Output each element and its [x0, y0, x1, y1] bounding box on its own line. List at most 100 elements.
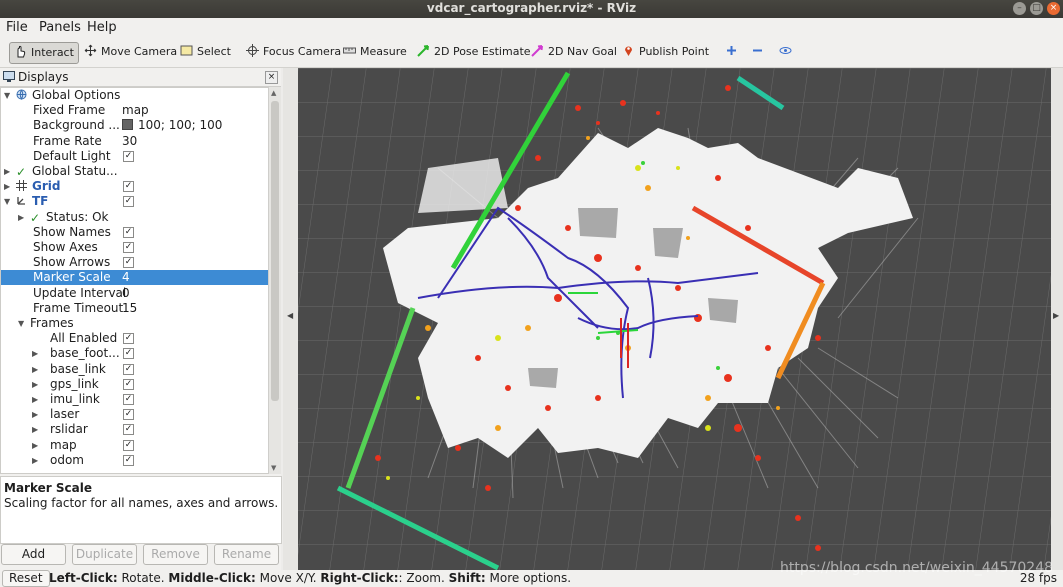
expand-arrow-icon[interactable]: ▶ [4, 179, 10, 194]
checkbox[interactable]: ✓ [123, 439, 134, 451]
display-row-marker-scale[interactable]: Marker Scale 4 [1, 270, 269, 286]
row-value[interactable]: map [122, 103, 149, 117]
close-icon[interactable]: × [1047, 2, 1060, 15]
checkbox[interactable]: ✓ [123, 150, 134, 162]
display-row-global-options[interactable]: ▼ Global Options [1, 88, 269, 103]
display-row-grid[interactable]: ▶ Grid ✓ [1, 179, 269, 194]
checkbox[interactable]: ✓ [123, 424, 134, 436]
display-row-gps-link[interactable]: ▶ gps_link ✓ [1, 377, 269, 392]
display-row-update-interval[interactable]: Update Interval 0 [1, 286, 269, 301]
expand-arrow-icon[interactable]: ▶ [32, 422, 38, 437]
add-tool-button[interactable] [721, 42, 746, 62]
displays-tree[interactable]: ▼ Global Options Fixed Frame map Background … [0, 87, 270, 474]
collapse-arrow-icon[interactable]: ▼ [18, 316, 24, 331]
display-row-default-light[interactable]: Default Light ✓ [1, 149, 269, 164]
hint-right-action: : Zoom. [398, 571, 449, 585]
remove-tool-button[interactable] [747, 42, 772, 62]
collapse-left-icon[interactable]: ◀ [287, 311, 293, 320]
display-row-base-foot[interactable]: ▶ base_foot... ✓ [1, 346, 269, 361]
row-value[interactable]: 100; 100; 100 [138, 118, 222, 132]
expand-arrow-icon[interactable]: ▶ [32, 377, 38, 392]
hint-shift: Shift: [448, 571, 486, 585]
color-swatch[interactable] [122, 119, 133, 131]
status-ok-icon: ✓ [30, 210, 41, 225]
display-row-status-ok[interactable]: ▶ ✓ Status: Ok [1, 210, 269, 225]
display-row-base-link[interactable]: ▶ base_link ✓ [1, 362, 269, 377]
checkbox[interactable]: ✓ [123, 242, 134, 253]
expand-arrow-icon[interactable]: ▶ [32, 407, 38, 422]
menu-panels[interactable]: Panels [39, 20, 81, 35]
display-row-laser[interactable]: ▶ laser ✓ [1, 407, 269, 422]
3d-render-view[interactable] [298, 68, 1051, 570]
interact-tool-button[interactable]: Interact [9, 42, 79, 64]
display-row-frames[interactable]: ▼ Frames [1, 316, 269, 331]
scrollbar-thumb[interactable] [271, 101, 279, 401]
focus-camera-button[interactable]: Focus Camera [242, 42, 345, 62]
left-collapse-strip[interactable]: ◀ [283, 68, 298, 570]
checkbox[interactable]: ✓ [123, 348, 134, 360]
display-row-rslidar[interactable]: ▶ rslidar ✓ [1, 422, 269, 437]
menu-file[interactable]: File [6, 20, 28, 35]
rename-button[interactable]: Rename [214, 544, 279, 565]
display-row-frame-rate[interactable]: Frame Rate 30 [1, 134, 269, 149]
checkbox[interactable]: ✓ [123, 333, 134, 345]
expand-arrow-icon[interactable]: ▶ [32, 392, 38, 407]
row-value[interactable]: 30 [122, 134, 137, 148]
nav-goal-button[interactable]: 2D Nav Goal [527, 42, 621, 62]
checkbox[interactable]: ✓ [123, 226, 134, 238]
maximize-icon[interactable]: □ [1030, 2, 1043, 15]
duplicate-button[interactable]: Duplicate [72, 544, 137, 565]
checkbox[interactable]: ✓ [123, 378, 134, 390]
expand-arrow-icon[interactable]: ▶ [32, 362, 38, 377]
row-label: Grid [32, 179, 61, 194]
measure-tool-button[interactable]: Measure [339, 42, 411, 62]
checkbox[interactable]: ✓ [123, 181, 134, 193]
tree-scrollbar[interactable]: ▲ ▼ [268, 87, 281, 474]
close-panel-icon[interactable]: × [265, 71, 278, 84]
display-row-tf[interactable]: ▼ TF ✓ [1, 194, 269, 209]
expand-arrow-icon[interactable]: ▶ [4, 164, 10, 179]
tool-properties-button[interactable] [775, 42, 800, 62]
add-button[interactable]: Add [1, 544, 66, 565]
expand-right-icon[interactable]: ▶ [1053, 311, 1059, 320]
checkbox[interactable]: ✓ [123, 394, 134, 405]
checkbox[interactable]: ✓ [123, 363, 134, 375]
select-tool-button[interactable]: Select [176, 42, 235, 62]
row-label: base_link [50, 361, 106, 376]
row-value[interactable]: 0 [122, 286, 130, 300]
display-row-show-axes[interactable]: Show Axes ✓ [1, 240, 269, 255]
expand-arrow-icon[interactable]: ▶ [32, 438, 38, 453]
checkbox[interactable]: ✓ [123, 196, 134, 208]
expand-arrow-icon[interactable]: ▶ [32, 346, 38, 361]
right-collapse-strip[interactable]: ▶ [1051, 68, 1063, 570]
row-value[interactable]: 15 [122, 301, 137, 315]
reset-button[interactable]: Reset [2, 570, 50, 587]
menu-help[interactable]: Help [87, 20, 117, 35]
display-row-fixed-frame[interactable]: Fixed Frame map [1, 103, 269, 118]
pose-estimate-button[interactable]: 2D Pose Estimate [413, 42, 535, 62]
checkbox[interactable]: ✓ [123, 409, 134, 421]
expand-arrow-icon[interactable]: ▶ [32, 453, 38, 468]
checkbox[interactable]: ✓ [123, 454, 134, 466]
collapse-arrow-icon[interactable]: ▼ [4, 194, 10, 209]
minimize-icon[interactable]: – [1013, 2, 1026, 15]
display-row-background[interactable]: Background ... 100; 100; 100 [1, 118, 269, 133]
remove-button[interactable]: Remove [143, 544, 208, 565]
hint-left-click: Left-Click: [49, 571, 118, 585]
display-row-show-arrows[interactable]: Show Arrows ✓ [1, 255, 269, 270]
row-value[interactable]: 4 [122, 270, 130, 284]
interact-label: Interact [31, 46, 74, 59]
measure-label: Measure [360, 45, 407, 58]
move-camera-button[interactable]: Move Camera [80, 42, 181, 62]
display-row-all-enabled[interactable]: All Enabled ✓ [1, 331, 269, 346]
display-row-global-statu[interactable]: ▶ ✓ Global Statu... [1, 164, 269, 179]
display-row-show-names[interactable]: Show Names ✓ [1, 225, 269, 240]
expand-arrow-icon[interactable]: ▶ [18, 210, 24, 225]
display-row-map[interactable]: ▶ map ✓ [1, 438, 269, 453]
publish-point-button[interactable]: Publish Point [618, 42, 713, 62]
checkbox[interactable]: ✓ [123, 257, 134, 269]
collapse-arrow-icon[interactable]: ▼ [4, 88, 10, 103]
display-row-odom[interactable]: ▶ odom ✓ [1, 453, 269, 468]
display-row-imu-link[interactable]: ▶ imu_link ✓ [1, 392, 269, 407]
display-row-frame-timeout[interactable]: Frame Timeout 15 [1, 301, 269, 316]
